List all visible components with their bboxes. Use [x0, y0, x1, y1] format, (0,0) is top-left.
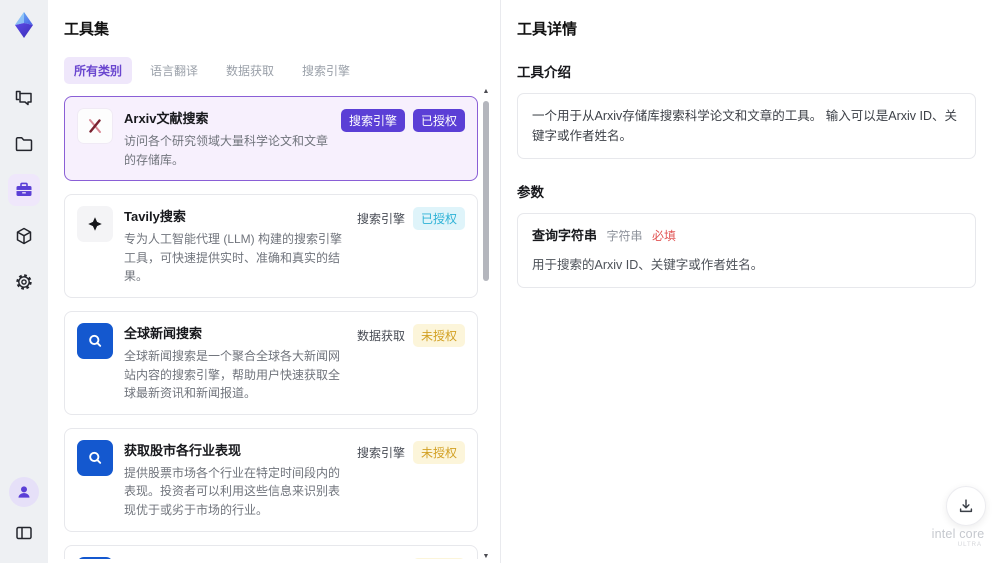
tool-name: 获取股市各行业表现: [124, 442, 242, 458]
tool-name: 获取市场最活跃股票信息: [124, 557, 346, 559]
download-button[interactable]: [946, 486, 986, 526]
cube-icon[interactable]: [8, 220, 40, 252]
gear-icon[interactable]: [8, 266, 40, 298]
status-badge-authorized: 已授权: [412, 207, 465, 231]
arxiv-logo-icon: [77, 108, 113, 144]
folder-icon[interactable]: [8, 128, 40, 160]
tool-description: 提供股票市场各个行业在特定时间段内的表现。投资者可以利用这些信息来识别表现优于或…: [124, 465, 341, 517]
tool-intro-box: 一个用于从Arxiv存储库搜索科学论文和文章的工具。 输入可以是Arxiv ID…: [517, 93, 976, 159]
tool-name: Tavily搜索: [124, 209, 186, 225]
user-icon[interactable]: [9, 477, 39, 507]
app-window: 工具集 所有类别 语言翻译 数据获取 搜索引擎 Arxiv文献搜索 访问各个研究…: [0, 0, 1000, 563]
param-description: 用于搜索的Arxiv ID、关键字或作者姓名。: [532, 257, 764, 272]
tool-list: Arxiv文献搜索 访问各个研究领域大量科学论文和文章的存储库。 搜索引擎 已授…: [64, 96, 478, 559]
news-search-icon: [77, 556, 113, 559]
tool-detail-panel: 工具详情 工具介绍 一个用于从Arxiv存储库搜索科学论文和文章的工具。 输入可…: [500, 0, 1000, 563]
page-title: 工具集: [64, 21, 110, 38]
tab-search-engine[interactable]: 搜索引擎: [292, 57, 360, 84]
status-badge-authorized: 已授权: [412, 109, 465, 132]
toolbox-icon[interactable]: [8, 174, 40, 206]
tool-name: 全球新闻搜索: [124, 325, 203, 341]
tab-data-fetching[interactable]: 数据获取: [216, 57, 284, 84]
rail-bottom: [8, 477, 40, 549]
list-scrollbar: ▲ ▼: [482, 88, 490, 561]
tool-card-arxiv[interactable]: Arxiv文献搜索 访问各个研究领域大量科学论文和文章的存储库。 搜索引擎 已授…: [64, 96, 478, 182]
sparkle-icon: [77, 206, 113, 243]
scrollbar-thumb[interactable]: [483, 101, 489, 281]
param-box: 查询字符串 字符串 必填 用于搜索的Arxiv ID、关键字或作者姓名。: [517, 213, 976, 288]
panel-toggle-icon[interactable]: [8, 517, 40, 549]
category-label: 搜索引擎: [356, 212, 405, 227]
chat-icon[interactable]: [8, 82, 40, 114]
category-label: 数据获取: [356, 328, 405, 343]
tool-card-global-news[interactable]: 全球新闻搜索 全球新闻搜索是一个聚合全球各大新闻网站内容的搜索引擎，帮助用户快速…: [64, 310, 478, 415]
intel-core-sub-label: ULTRA: [957, 541, 982, 548]
tab-all-categories[interactable]: 所有类别: [64, 57, 133, 84]
tool-description: 访问各个研究领域大量科学论文和文章的存储库。: [124, 134, 329, 167]
category-tabs: 所有类别 语言翻译 数据获取 搜索引擎: [64, 57, 478, 84]
category-badge: 搜索引擎: [340, 109, 405, 132]
tool-card-sector-performance[interactable]: 获取股市各行业表现 提供股票市场各个行业在特定时间段内的表现。投资者可以利用这些…: [64, 427, 478, 532]
rail-nav: [8, 82, 40, 298]
tool-description: 专为人工智能代理 (LLM) 构建的搜索引擎工具，可快速提供实时、准确和真实的结…: [124, 232, 343, 284]
news-search-icon: [77, 439, 113, 476]
detail-title: 工具详情: [517, 21, 578, 38]
category-label: 搜索引擎: [356, 445, 405, 460]
param-type: 字符串: [606, 229, 643, 243]
tool-card-tavily[interactable]: Tavily搜索 专为人工智能代理 (LLM) 构建的搜索引擎工具，可快速提供实…: [64, 194, 478, 298]
scrollbar-track[interactable]: [482, 96, 490, 553]
tool-description: 全球新闻搜索是一个聚合全球各大新闻网站内容的搜索引擎，帮助用户快速获取全球最新资…: [124, 348, 341, 401]
intel-core-logo: intel core ULTRA: [930, 527, 986, 548]
intro-section-title: 工具介绍: [517, 65, 571, 80]
param-name: 查询字符串: [532, 228, 598, 243]
tools-panel: 工具集 所有类别 语言翻译 数据获取 搜索引擎 Arxiv文献搜索 访问各个研究…: [48, 0, 500, 563]
tool-name: Arxiv文献搜索: [124, 111, 209, 126]
left-rail: [0, 0, 48, 563]
param-required-flag: 必填: [652, 229, 677, 243]
app-logo-icon: [9, 10, 39, 40]
news-search-icon: [77, 322, 113, 359]
status-badge-unauthorized: 未授权: [412, 323, 465, 347]
tool-card-most-active-stocks[interactable]: 获取市场最活跃股票信息 提供当天交易量最高的股票列表，投资者可以利用这些信息来识…: [64, 544, 478, 559]
status-badge-unauthorized: 未授权: [412, 440, 465, 464]
intel-core-wordmark: intel core: [931, 527, 985, 541]
category-label: 搜索引擎: [357, 558, 405, 559]
params-section-title: 参数: [517, 185, 544, 200]
tab-language-translation[interactable]: 语言翻译: [140, 57, 208, 84]
scrollbar-up-button[interactable]: ▲: [483, 88, 490, 96]
scrollbar-down-button[interactable]: ▼: [483, 553, 490, 561]
status-badge-unauthorized: 未授权: [412, 557, 465, 559]
